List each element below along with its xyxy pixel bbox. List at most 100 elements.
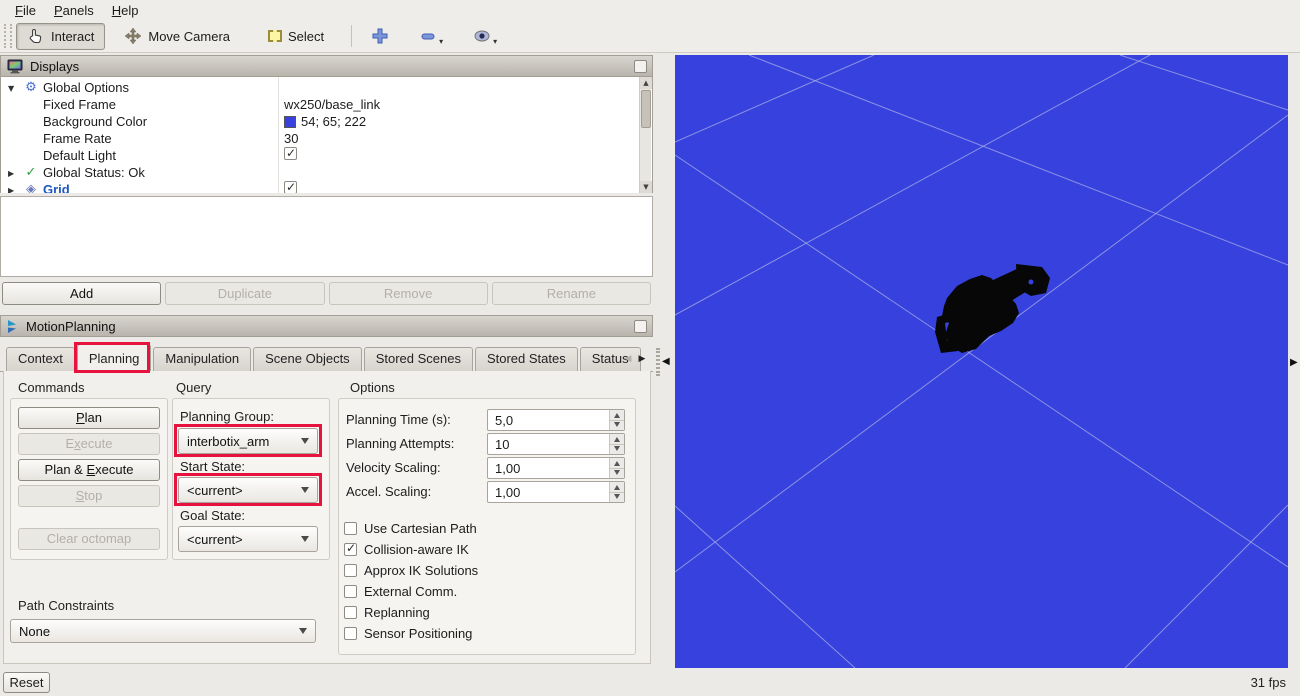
motion-planning-float-button[interactable] <box>634 320 647 333</box>
move-camera-tool-button[interactable]: Move Camera <box>113 23 241 50</box>
tree-row-frame-rate[interactable]: Frame Rate 30 <box>1 130 641 147</box>
interact-tool-button[interactable]: Interact <box>16 23 105 50</box>
expander-down-icon[interactable]: ▼ <box>8 80 14 97</box>
collision-aware-ik-option[interactable]: Collision-aware IK <box>344 542 469 557</box>
spin-buttons[interactable] <box>609 482 624 502</box>
displays-panel-header[interactable]: Displays <box>0 55 653 77</box>
motion-planning-panel-header[interactable]: MotionPlanning <box>0 315 653 337</box>
reset-button[interactable]: Reset <box>3 672 50 693</box>
goal-state-combo[interactable]: <current> <box>178 526 318 552</box>
collision-aware-ik-checkbox[interactable] <box>344 543 357 556</box>
spin-up-icon[interactable] <box>610 410 624 421</box>
replanning-checkbox[interactable] <box>344 606 357 619</box>
menu-file[interactable]: File <box>6 1 45 20</box>
planning-attempts-spinbox[interactable]: 10 <box>487 433 625 455</box>
menu-help[interactable]: Help <box>103 1 148 20</box>
color-swatch <box>284 116 296 128</box>
motion-planning-tabbar: Context Planning Manipulation Scene Obje… <box>0 343 653 372</box>
clear-octomap-button[interactable]: Clear octomap <box>18 528 160 550</box>
expand-right-icon[interactable]: ▶ <box>1290 357 1298 368</box>
grid-line <box>1120 55 1288 110</box>
tree-row-global-options[interactable]: ▼ ⚙ Global Options <box>1 79 641 96</box>
scroll-down-icon[interactable]: ▼ <box>640 181 652 193</box>
expander-right-icon[interactable]: ▶ <box>8 182 14 193</box>
status-ok-check-icon: ✓ <box>23 164 39 181</box>
3d-viewport[interactable] <box>675 55 1288 668</box>
tab-scroll-left-icon[interactable]: ◀ <box>621 350 635 368</box>
external-comm-checkbox[interactable] <box>344 585 357 598</box>
interact-tool-label: Interact <box>51 29 94 44</box>
start-state-combo[interactable]: <current> <box>178 477 318 503</box>
displays-scrollbar[interactable]: ▲ ▼ <box>639 77 651 193</box>
approx-ik-solutions-option[interactable]: Approx IK Solutions <box>344 563 478 578</box>
path-constraints-combo[interactable]: None <box>10 619 316 643</box>
planning-group-combo[interactable]: interbotix_arm <box>178 428 318 454</box>
tree-row-fixed-frame[interactable]: Fixed Frame wx250/base_link <box>1 96 641 113</box>
spin-buttons[interactable] <box>609 410 624 430</box>
remove-display-button[interactable]: Remove <box>329 282 488 305</box>
displays-float-button[interactable] <box>634 60 647 73</box>
spin-down-icon[interactable] <box>610 469 624 479</box>
background-color-value[interactable]: 54; 65; 222 <box>284 113 366 130</box>
add-display-button[interactable]: Add <box>2 282 161 305</box>
tree-row-default-light[interactable]: Default Light <box>1 147 641 164</box>
motion-planning-panel-title: MotionPlanning <box>26 319 116 334</box>
toolbar-separator <box>351 25 352 47</box>
grid-enabled-checkbox[interactable] <box>284 181 297 193</box>
options-section-label: Options <box>350 380 395 395</box>
spin-up-icon[interactable] <box>610 434 624 445</box>
tab-stored-states[interactable]: Stored States <box>475 347 578 371</box>
replanning-option[interactable]: Replanning <box>344 605 430 620</box>
grid-line <box>675 55 1150 315</box>
expander-right-icon[interactable]: ▶ <box>8 165 14 182</box>
commands-section-label: Commands <box>18 380 84 395</box>
velocity-scaling-spinbox[interactable]: 1,00 <box>487 457 625 479</box>
toolbar-drag-handle[interactable] <box>4 24 12 48</box>
use-cartesian-path-option[interactable]: Use Cartesian Path <box>344 521 477 536</box>
use-cartesian-path-checkbox[interactable] <box>344 522 357 535</box>
remove-tool-button[interactable]: ▾ <box>408 23 460 50</box>
planning-time-spinbox[interactable]: 5,0 <box>487 409 625 431</box>
stop-button[interactable]: Stop <box>18 485 160 507</box>
spin-down-icon[interactable] <box>610 445 624 455</box>
spin-buttons[interactable] <box>609 458 624 478</box>
spin-down-icon[interactable] <box>610 421 624 431</box>
menu-panels[interactable]: Panels <box>45 1 103 20</box>
panel-splitter[interactable]: ◀ <box>653 53 675 668</box>
fixed-frame-value[interactable]: wx250/base_link <box>284 96 380 113</box>
scrollbar-thumb[interactable] <box>641 90 651 128</box>
tab-scroll-right-icon[interactable]: ▶ <box>635 350 649 368</box>
tab-planning[interactable]: Planning <box>77 344 152 372</box>
goal-state-label: Goal State: <box>180 508 245 523</box>
approx-ik-solutions-checkbox[interactable] <box>344 564 357 577</box>
add-tool-button[interactable] <box>360 23 400 50</box>
spin-up-icon[interactable] <box>610 458 624 469</box>
tree-row-grid[interactable]: ▶ ◈ Grid <box>1 181 641 193</box>
duplicate-display-button[interactable]: Duplicate <box>165 282 324 305</box>
sensor-positioning-option[interactable]: Sensor Positioning <box>344 626 472 641</box>
execute-button[interactable]: Execute <box>18 433 160 455</box>
tab-context[interactable]: Context <box>6 347 75 371</box>
spin-buttons[interactable] <box>609 434 624 454</box>
tool-visibility-button[interactable]: ▾ <box>462 23 514 50</box>
scroll-up-icon[interactable]: ▲ <box>640 77 652 89</box>
spin-up-icon[interactable] <box>610 482 624 493</box>
tree-row-background-color[interactable]: Background Color 54; 65; 222 <box>1 113 641 130</box>
plan-and-execute-button[interactable]: Plan & Execute <box>18 459 160 481</box>
select-tool-button[interactable]: Select <box>257 23 335 50</box>
collapse-left-icon[interactable]: ◀ <box>662 356 670 367</box>
rename-display-button[interactable]: Rename <box>492 282 651 305</box>
external-comm-option[interactable]: External Comm. <box>344 584 457 599</box>
tree-row-global-status[interactable]: ▶ ✓ Global Status: Ok <box>1 164 641 181</box>
tab-stored-scenes[interactable]: Stored Scenes <box>364 347 473 371</box>
accel-scaling-spinbox[interactable]: 1,00 <box>487 481 625 503</box>
tab-manipulation[interactable]: Manipulation <box>153 347 251 371</box>
tab-scene-objects[interactable]: Scene Objects <box>253 347 362 371</box>
default-light-checkbox[interactable] <box>284 147 297 160</box>
plan-button[interactable]: Plan <box>18 407 160 429</box>
spin-down-icon[interactable] <box>610 493 624 503</box>
sensor-positioning-checkbox[interactable] <box>344 627 357 640</box>
planning-group-label: Planning Group: <box>180 409 274 424</box>
splitter-handle-dots[interactable] <box>656 348 660 376</box>
displays-panel-icon <box>7 59 23 74</box>
